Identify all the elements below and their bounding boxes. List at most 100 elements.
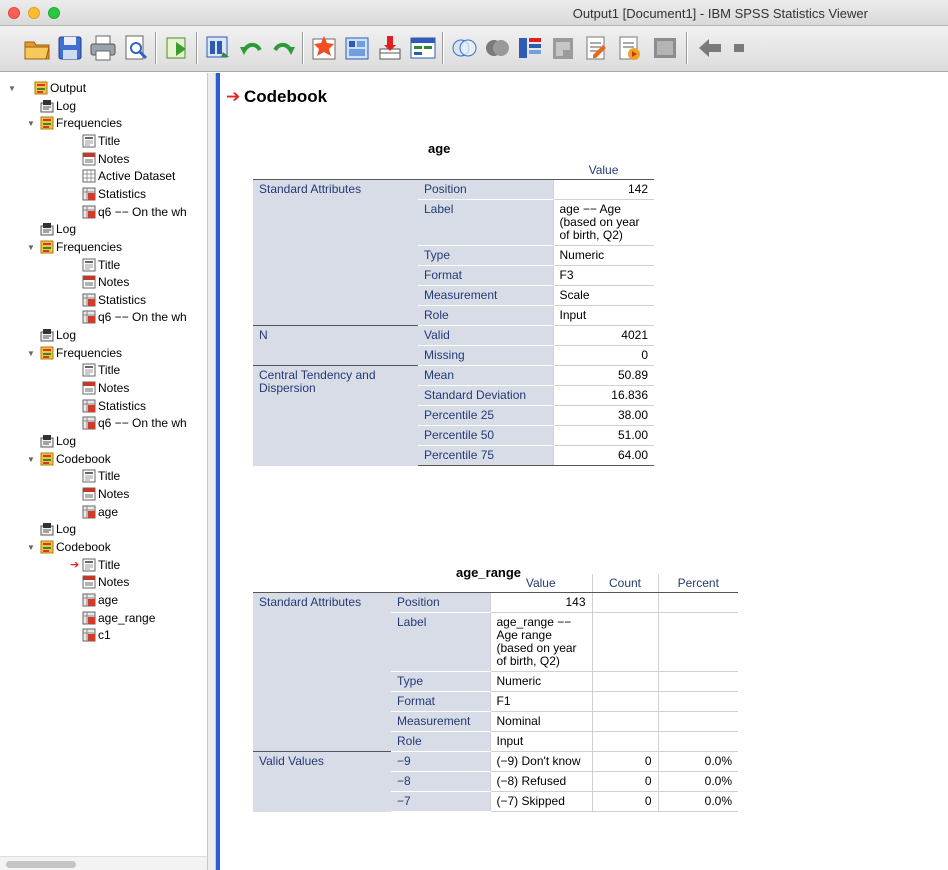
tree-item[interactable]: Active Dataset [0,168,207,185]
column-header: Value [490,574,592,593]
tree-item[interactable]: Log [0,433,207,450]
tree-item[interactable]: Log [0,221,207,238]
tree-item[interactable]: Title [0,468,207,485]
expand-collapse-icon[interactable]: ▼ [26,451,36,468]
tree-item-label: q6 −− On the wh [98,310,187,325]
export-icon[interactable] [162,33,192,63]
tree-item[interactable]: Log [0,98,207,115]
value-cell: 142 [552,179,654,200]
save-icon[interactable] [55,33,85,63]
value-cell: Numeric [489,671,592,692]
tree-item[interactable]: ▼ Codebook [0,539,207,556]
tree-item[interactable]: Notes [0,151,207,168]
close-window-button[interactable] [8,7,20,19]
row-label: Format [418,265,553,286]
tree-item[interactable]: Log [0,327,207,344]
scrollbar-thumb[interactable] [6,861,76,868]
value-cell: 0 [552,345,654,366]
row-label: −7 [391,791,490,812]
expand-collapse-icon[interactable]: ▼ [26,345,36,362]
tree-item[interactable]: Statistics [0,292,207,309]
tree-item[interactable]: Notes [0,486,207,503]
tree-item[interactable]: Title [0,362,207,379]
zoom-window-button[interactable] [48,7,60,19]
title-icon [82,558,96,572]
tree-item[interactable]: q6 −− On the wh [0,415,207,432]
tree-item[interactable]: Title [0,257,207,274]
weight-cases-icon[interactable] [482,33,512,63]
outline-horizontal-scrollbar[interactable] [0,856,207,870]
value-cell: (−7) Skipped [489,791,592,812]
dataset-icon [82,169,96,183]
goto-case-icon[interactable] [309,33,339,63]
insert-text-icon[interactable] [650,33,680,63]
variables-icon[interactable] [375,33,405,63]
column-header: Percent [657,574,738,593]
minimize-window-button[interactable] [28,7,40,19]
expand-collapse-icon[interactable]: ▼ [26,115,36,132]
row-label: −9 [391,751,490,772]
tree-item[interactable]: Log [0,521,207,538]
tree-item[interactable]: c1 [0,627,207,644]
goto-variable-icon[interactable] [342,33,372,63]
value-cell: 16.836 [552,385,654,406]
count-cell [591,612,658,672]
tree-item[interactable]: ➔ Title [0,557,207,574]
tree-item[interactable]: ▼ Codebook [0,451,207,468]
insert-title-icon[interactable] [614,33,644,63]
count-cell: 0 [591,751,658,772]
value-cell: 143 [489,592,592,613]
tree-item-label: Notes [98,486,130,501]
expand-collapse-icon[interactable]: ▼ [7,80,17,97]
tree-item[interactable]: Title [0,133,207,150]
insert-heading-icon[interactable] [581,33,611,63]
print-preview-icon[interactable] [121,33,151,63]
expand-collapse-icon[interactable]: ▼ [26,239,36,256]
tree-item-label: Log [56,98,77,113]
value-labels-icon[interactable] [408,33,438,63]
tree-item-label: Title [98,257,121,272]
tree-item[interactable]: age [0,592,207,609]
tree-item[interactable]: Notes [0,380,207,397]
table-icon [82,628,96,642]
print-icon[interactable] [88,33,118,63]
tree-item-label: Notes [98,275,130,290]
forward-icon[interactable] [730,33,744,63]
recall-dialog-icon[interactable] [203,33,233,63]
age-range-codebook-table[interactable]: Value Count Percent Standard Attributes Posi… [253,574,738,812]
age-codebook-table[interactable]: Value Standard Attributes Position 142 Label… [253,161,654,466]
select-cases-icon[interactable] [449,33,479,63]
open-icon[interactable] [22,33,52,63]
tree-item-label: Codebook [56,539,111,554]
expand-collapse-icon[interactable]: ▼ [26,539,36,556]
procedure-book-icon [40,452,54,466]
tree-item[interactable]: Statistics [0,186,207,203]
tree-item[interactable]: ▼ Frequencies [0,115,207,132]
tree-item[interactable]: age [0,504,207,521]
tree-item[interactable]: age_range [0,610,207,627]
table-header-row: Value [253,161,654,180]
tree-item-label: Statistics [98,292,147,307]
row-group-label: Central Tendency and Dispersion [253,365,418,466]
tree-item[interactable]: Notes [0,574,207,591]
tree-item[interactable]: q6 −− On the wh [0,204,207,221]
row-label: Type [418,245,553,266]
split-file-icon[interactable] [515,33,545,63]
tree-item[interactable]: ▼ Output [0,80,207,97]
title-icon [82,469,96,483]
value-cell: (−9) Don't know [489,751,592,772]
tree-item[interactable]: ▼ Frequencies [0,345,207,362]
tree-item[interactable]: ▼ Frequencies [0,239,207,256]
undo-icon[interactable] [236,33,266,63]
tree-item[interactable]: Notes [0,274,207,291]
tree-item-label: Active Dataset [98,169,176,184]
redo-icon[interactable] [269,33,299,63]
pane-divider[interactable] [207,73,216,870]
value-cell: Input [489,731,592,752]
designate-window-icon[interactable] [548,33,578,63]
tree-item[interactable]: Statistics [0,398,207,415]
back-icon[interactable] [695,33,725,63]
column-header-value: Value [553,161,654,180]
tree-item[interactable]: q6 −− On the wh [0,309,207,326]
table-row: Standard Attributes Position 142 [253,179,654,326]
